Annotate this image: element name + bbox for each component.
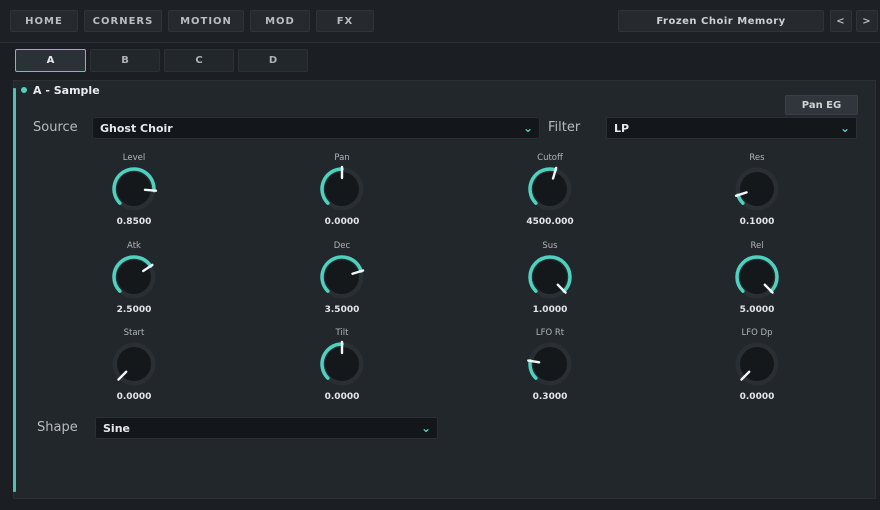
layer-tab-d[interactable]: D xyxy=(238,49,308,72)
knob-face xyxy=(533,172,567,206)
knob-start[interactable]: Start 0.0000 xyxy=(74,327,194,402)
knob-dial[interactable] xyxy=(110,253,158,301)
chevron-down-icon: ⌄ xyxy=(839,121,850,135)
tab-home[interactable]: HOME xyxy=(10,10,78,32)
knob-face xyxy=(740,172,774,206)
knob-cutoff[interactable]: Cutoff 4500.000 xyxy=(490,152,610,227)
knob-label: Atk xyxy=(127,241,141,251)
top-nav-bar: HOME CORNERS MOTION MOD FX Frozen Choir … xyxy=(0,0,880,43)
tab-motion[interactable]: MOTION xyxy=(168,10,244,32)
knob-dial[interactable] xyxy=(733,165,781,213)
knob-tilt[interactable]: Tilt 0.0000 xyxy=(282,327,402,402)
layer-tab-a[interactable]: A xyxy=(15,49,86,72)
knob-res[interactable]: Res 0.1000 xyxy=(697,152,817,227)
knob-face xyxy=(533,347,567,381)
preset-next-button[interactable]: > xyxy=(856,10,878,32)
knob-dial[interactable] xyxy=(110,340,158,388)
knob-rel[interactable]: Rel 5.0000 xyxy=(697,240,817,315)
preset-name-display[interactable]: Frozen Choir Memory xyxy=(618,10,824,32)
source-label: Source xyxy=(33,120,78,135)
knob-label: Res xyxy=(749,153,765,163)
knob-label: Rel xyxy=(750,241,764,251)
knob-level[interactable]: Level 0.8500 xyxy=(74,152,194,227)
tab-fx[interactable]: FX xyxy=(316,10,374,32)
source-select[interactable]: Ghost Choir ⌄ xyxy=(92,117,540,139)
knob-lfo-rt[interactable]: LFO Rt 0.3000 xyxy=(490,327,610,402)
knob-sus[interactable]: Sus 1.0000 xyxy=(490,240,610,315)
chevron-down-icon: ⌄ xyxy=(420,421,431,435)
knob-label: LFO Dp xyxy=(741,328,773,338)
chevron-down-icon: ⌄ xyxy=(522,121,533,135)
layer-tab-b[interactable]: B xyxy=(90,49,160,72)
knob-label: Cutoff xyxy=(537,153,563,163)
knob-dial[interactable] xyxy=(110,165,158,213)
knob-dial[interactable] xyxy=(526,165,574,213)
knob-value: 1.0000 xyxy=(532,305,568,315)
preset-prev-button[interactable]: < xyxy=(830,10,852,32)
knob-dec[interactable]: Dec 3.5000 xyxy=(282,240,402,315)
knob-value: 0.0000 xyxy=(324,392,360,402)
knob-label: Level xyxy=(122,153,146,163)
knob-value: 0.0000 xyxy=(324,217,360,227)
knob-label: Dec xyxy=(333,241,351,251)
knob-dial[interactable] xyxy=(526,253,574,301)
knob-value: 5.0000 xyxy=(739,305,775,315)
knob-value: 4500.000 xyxy=(526,217,574,227)
knob-dial[interactable] xyxy=(526,340,574,388)
knob-pointer xyxy=(527,359,541,364)
knob-dial[interactable] xyxy=(733,340,781,388)
knob-value: 0.0000 xyxy=(116,392,152,402)
section-title: A - Sample xyxy=(33,84,100,97)
knob-face xyxy=(325,260,359,294)
knob-label: Start xyxy=(123,328,145,338)
panel-accent-bar xyxy=(13,88,16,492)
knob-dial[interactable] xyxy=(318,340,366,388)
tab-mod[interactable]: MOD xyxy=(250,10,310,32)
filter-label: Filter xyxy=(548,120,581,135)
knob-lfo-dp[interactable]: LFO Dp 0.0000 xyxy=(697,327,817,402)
shape-label: Shape xyxy=(37,420,78,435)
knob-value: 0.1000 xyxy=(739,217,775,227)
knob-dial[interactable] xyxy=(318,253,366,301)
knob-pan[interactable]: Pan 0.0000 xyxy=(282,152,402,227)
knob-label: Sus xyxy=(542,241,558,251)
shape-value: Sine xyxy=(103,421,130,435)
knob-label: Pan xyxy=(334,153,350,163)
filter-value: LP xyxy=(614,121,630,135)
filter-select[interactable]: LP ⌄ xyxy=(606,117,857,139)
layer-tab-c[interactable]: C xyxy=(164,49,234,72)
shape-select[interactable]: Sine ⌄ xyxy=(95,417,438,439)
knob-value: 0.3000 xyxy=(532,392,568,402)
tab-corners[interactable]: CORNERS xyxy=(84,10,162,32)
knob-atk[interactable]: Atk 2.5000 xyxy=(74,240,194,315)
pan-eg-button[interactable]: Pan EG xyxy=(785,95,858,115)
source-value: Ghost Choir xyxy=(100,121,173,135)
knob-dial[interactable] xyxy=(318,165,366,213)
knob-face xyxy=(117,260,151,294)
section-indicator-icon xyxy=(21,87,27,93)
knob-label: Tilt xyxy=(335,328,349,338)
knob-value: 0.0000 xyxy=(739,392,775,402)
knob-value: 2.5000 xyxy=(116,305,152,315)
knob-label: LFO Rt xyxy=(535,328,565,338)
knob-pointer xyxy=(143,188,158,192)
knob-value: 0.8500 xyxy=(116,217,152,227)
knob-value: 3.5000 xyxy=(324,305,360,315)
knob-dial[interactable] xyxy=(733,253,781,301)
